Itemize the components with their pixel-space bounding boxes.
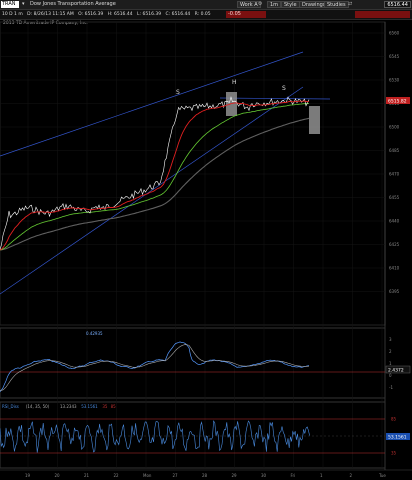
lower-trendline[interactable] — [0, 86, 304, 295]
left-shoulder-label: S — [176, 89, 180, 96]
time-tick-label: 28 — [202, 473, 208, 478]
time-tick-label: 21 — [84, 473, 90, 478]
indicator2-tick-label: 85 — [391, 417, 397, 422]
time-tick-label: 27 — [173, 473, 179, 478]
price-tick-label: 6440 — [389, 219, 400, 224]
current-price-label: 6515.82 — [388, 99, 407, 105]
indicator2-title-part: (14, 35, 50) — [26, 404, 50, 409]
indicator1-current-label: 2.4372 — [388, 368, 404, 374]
mid-ma-line — [0, 103, 310, 251]
time-tick-label: 29 — [232, 473, 238, 478]
indicator1-tick-label: 1 — [389, 361, 392, 366]
chart-window: TRAN ▾ Dow Jones Transportation Average … — [0, 0, 412, 480]
price-tick-label: 6470 — [389, 172, 400, 177]
indicator2-title-part: 13.2343 — [60, 404, 77, 409]
time-tick-label: Tue — [378, 473, 386, 478]
indicator1-tick-label: 0 — [389, 373, 392, 378]
fast-ma-line — [0, 100, 310, 251]
indicator1-tick-label: 3 — [389, 337, 392, 342]
indicator2-title: RSI_Diss (14, 35, 50) 13.2343 53.1561 35 85 — [2, 404, 116, 409]
time-tick-label: 30 — [261, 473, 267, 478]
price-tick-label: 6425 — [389, 242, 400, 247]
time-tick-label: 2 — [350, 473, 353, 478]
time-axis: 19 20 21 22 Mon 27 28 29 30 Fri 1 2 Tue — [25, 473, 386, 478]
price-tick-label: 6410 — [389, 266, 400, 271]
indicator1-value: 0.42935 — [86, 331, 103, 336]
price-tick-label: 6560 — [389, 31, 400, 36]
indicator2-current-label: 53.1561 — [388, 435, 407, 441]
indicator1-signal-line — [0, 344, 310, 391]
time-tick-label: 1 — [320, 473, 323, 478]
main-grid — [0, 22, 385, 468]
target-highlight-box — [309, 106, 320, 134]
price-line — [0, 96, 310, 250]
indicator2-title-part: 85 — [111, 404, 117, 409]
price-axis: 6560654565306515650064856470645564406425… — [389, 31, 400, 295]
right-shoulder-label: S — [282, 85, 286, 92]
head-label: H — [232, 79, 237, 86]
time-tick-label: 22 — [114, 473, 120, 478]
indicator2-title-part: RSI_Diss — [2, 404, 19, 409]
indicator1-tick-label: 2 — [389, 349, 392, 354]
price-tick-label: 6395 — [389, 289, 400, 294]
indicator2-title-part: 53.1561 — [81, 404, 98, 409]
indicator1-tick-label: -1 — [389, 385, 393, 390]
time-tick-label: 20 — [55, 473, 61, 478]
indicator2-line — [0, 420, 310, 453]
upper-trendline[interactable] — [0, 51, 304, 157]
price-tick-label: 6500 — [389, 125, 400, 130]
price-tick-label: 6545 — [389, 54, 400, 59]
time-tick-label: Fri — [291, 473, 296, 478]
price-tick-label: 6455 — [389, 195, 400, 200]
pattern-highlight-box — [226, 92, 237, 116]
indicator1-axis: 3 2 1 0 -1 — [389, 337, 393, 390]
time-tick-label: Mon — [143, 473, 152, 478]
chart-canvas[interactable]: 6560654565306515650064856470645564406425… — [0, 0, 412, 480]
time-tick-label: 19 — [25, 473, 31, 478]
indicator2-title-part: 35 — [102, 404, 108, 409]
price-tick-label: 6530 — [389, 78, 400, 83]
indicator2-tick-label: 35 — [391, 451, 397, 456]
indicator1-line — [0, 341, 310, 393]
price-tick-label: 6485 — [389, 148, 400, 153]
